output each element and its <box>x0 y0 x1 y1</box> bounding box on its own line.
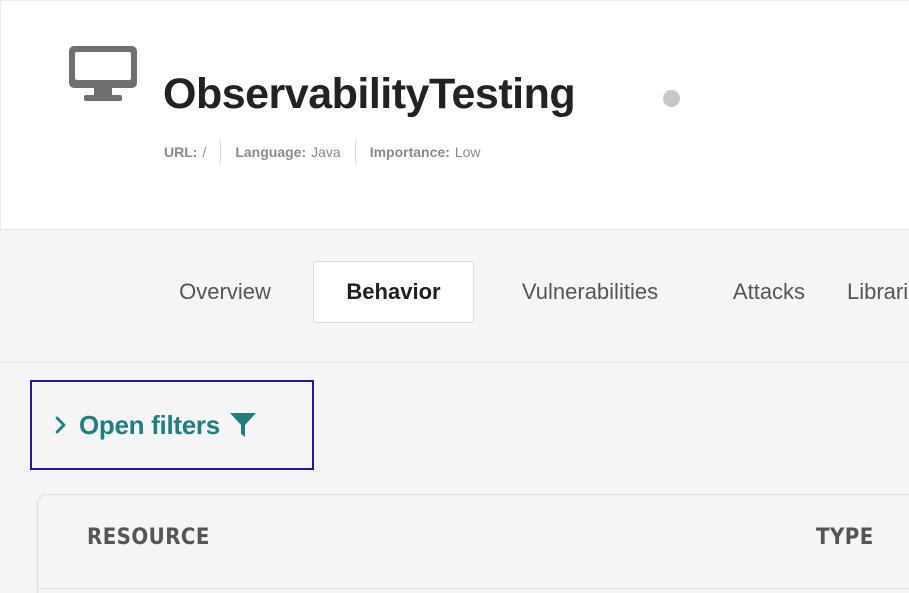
url-meta: URL: / <box>164 144 206 160</box>
application-title: ObservabilityTesting <box>163 70 576 118</box>
tab-libraries[interactable]: Libraries <box>847 261 909 323</box>
url-label: URL: <box>164 144 198 160</box>
language-meta: Language: Java <box>235 144 340 160</box>
application-header: ObservabilityTesting URL: / Language: Ja… <box>0 0 909 229</box>
funnel-icon <box>228 410 258 440</box>
importance-label: Importance: <box>369 144 450 160</box>
importance-value: Low <box>454 144 481 160</box>
meta-divider <box>220 141 222 163</box>
type-column-header[interactable]: TYPE <box>816 525 874 550</box>
language-label: Language: <box>235 144 307 160</box>
table-header: RESOURCE TYPE <box>38 495 909 589</box>
application-page: ObservabilityTesting URL: / Language: Ja… <box>0 0 909 593</box>
status-indicator-dot <box>663 90 680 107</box>
resource-column-header[interactable]: RESOURCE <box>87 525 210 550</box>
chevron-right-icon <box>53 415 69 435</box>
url-value: / <box>202 144 207 160</box>
tab-attacks[interactable]: Attacks <box>709 261 829 323</box>
tab-behavior[interactable]: Behavior <box>313 261 474 323</box>
language-value: Java <box>311 144 341 160</box>
behavior-content: Open filters RESOURCE TYPE <box>0 363 909 593</box>
application-metadata: URL: / Language: Java Importance: Low <box>164 141 481 163</box>
open-filters-toggle[interactable]: Open filters <box>30 380 314 470</box>
behavior-table: RESOURCE TYPE <box>37 494 909 593</box>
open-filters-label: Open filters <box>79 409 220 440</box>
importance-meta: Importance: Low <box>370 144 481 160</box>
tab-vulnerabilities[interactable]: Vulnerabilities <box>485 261 695 323</box>
tab-overview[interactable]: Overview <box>150 261 300 323</box>
desktop-monitor-icon <box>67 44 139 104</box>
application-tabs: Overview Behavior Vulnerabilities Attack… <box>0 229 909 363</box>
meta-divider <box>354 141 356 163</box>
